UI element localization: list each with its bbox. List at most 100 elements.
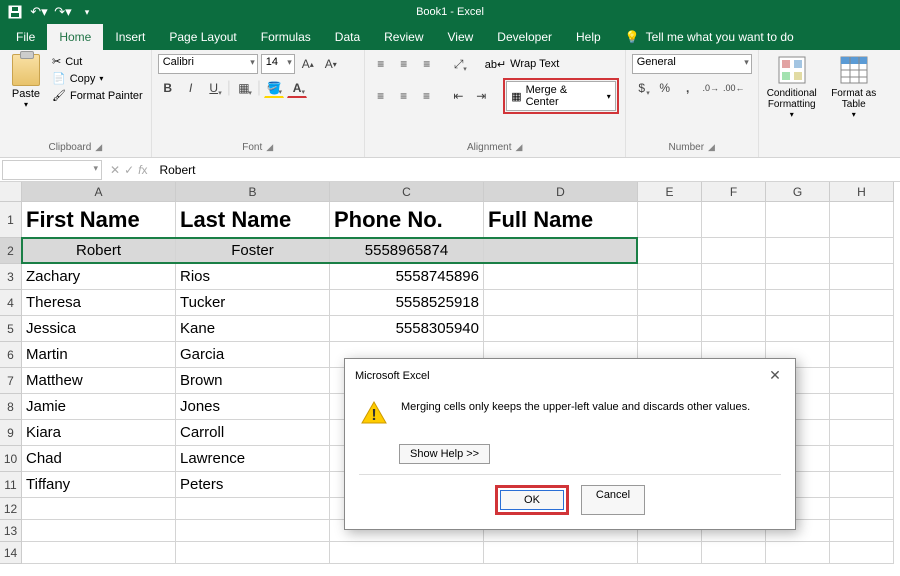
cell[interactable] bbox=[830, 290, 894, 316]
cell[interactable] bbox=[484, 316, 638, 342]
cell[interactable]: Tiffany bbox=[22, 472, 176, 498]
paste-button[interactable]: Paste ▾ bbox=[6, 54, 46, 109]
orientation-icon[interactable]: ⤢ bbox=[449, 54, 469, 74]
align-top-icon[interactable]: ≡ bbox=[371, 54, 391, 74]
qat-customize-icon[interactable]: ▾ bbox=[78, 3, 96, 21]
cell[interactable]: Peters bbox=[176, 472, 330, 498]
cell[interactable] bbox=[702, 264, 766, 290]
tab-developer[interactable]: Developer bbox=[485, 24, 564, 50]
number-launcher-icon[interactable]: ◢ bbox=[708, 142, 715, 153]
tab-help[interactable]: Help bbox=[564, 24, 613, 50]
cell[interactable] bbox=[830, 420, 894, 446]
cut-button[interactable]: ✂Cut bbox=[50, 54, 145, 69]
name-box[interactable] bbox=[2, 160, 102, 180]
cell[interactable]: Carroll bbox=[176, 420, 330, 446]
row-header[interactable]: 3 bbox=[0, 264, 22, 290]
dialog-close-icon[interactable]: ✕ bbox=[765, 367, 785, 384]
row-header[interactable]: 1 bbox=[0, 202, 22, 238]
cancel-button[interactable]: Cancel bbox=[581, 485, 645, 515]
decrease-font-icon[interactable]: A▾ bbox=[321, 54, 341, 74]
row-header[interactable]: 12 bbox=[0, 498, 22, 520]
formula-input[interactable]: Robert bbox=[153, 161, 900, 179]
col-header-b[interactable]: B bbox=[176, 182, 330, 202]
col-header-g[interactable]: G bbox=[766, 182, 830, 202]
cell[interactable] bbox=[330, 542, 484, 564]
cell[interactable] bbox=[22, 498, 176, 520]
cell[interactable]: Tucker bbox=[176, 290, 330, 316]
italic-button[interactable]: I bbox=[181, 78, 201, 98]
format-painter-button[interactable]: 🖌Format Painter bbox=[50, 88, 145, 103]
tab-file[interactable]: File bbox=[4, 24, 47, 50]
fx-icon[interactable]: fx bbox=[138, 163, 147, 177]
cell[interactable]: Zachary bbox=[22, 264, 176, 290]
row-header[interactable]: 13 bbox=[0, 520, 22, 542]
row-header[interactable]: 10 bbox=[0, 446, 22, 472]
tab-insert[interactable]: Insert bbox=[103, 24, 157, 50]
cell[interactable] bbox=[638, 238, 702, 264]
cell[interactable] bbox=[702, 316, 766, 342]
wrap-text-button[interactable]: ab↵Wrap Text bbox=[481, 56, 564, 73]
cell[interactable] bbox=[484, 238, 638, 264]
row-header[interactable]: 9 bbox=[0, 420, 22, 446]
cell[interactable]: Martin bbox=[22, 342, 176, 368]
cell[interactable] bbox=[766, 316, 830, 342]
row-header[interactable]: 7 bbox=[0, 368, 22, 394]
cell[interactable] bbox=[638, 316, 702, 342]
percent-format-icon[interactable]: % bbox=[655, 78, 675, 98]
cell[interactable] bbox=[638, 202, 702, 238]
col-header-d[interactable]: D bbox=[484, 182, 638, 202]
cell[interactable] bbox=[176, 520, 330, 542]
tab-page-layout[interactable]: Page Layout bbox=[157, 24, 248, 50]
cell[interactable] bbox=[484, 264, 638, 290]
cell[interactable] bbox=[638, 264, 702, 290]
cell[interactable] bbox=[702, 542, 766, 564]
cell[interactable]: Lawrence bbox=[176, 446, 330, 472]
increase-decimal-icon[interactable]: .0→ bbox=[701, 78, 721, 98]
cell[interactable] bbox=[766, 264, 830, 290]
copy-button[interactable]: 📄Copy▾ bbox=[50, 71, 145, 86]
font-color-button[interactable]: A bbox=[287, 78, 307, 98]
cell[interactable]: Robert bbox=[22, 238, 176, 264]
cell[interactable] bbox=[830, 520, 894, 542]
cell[interactable] bbox=[830, 472, 894, 498]
accounting-format-icon[interactable]: $ bbox=[632, 78, 652, 98]
cell[interactable] bbox=[638, 290, 702, 316]
cell[interactable] bbox=[176, 542, 330, 564]
cell[interactable] bbox=[702, 202, 766, 238]
cell[interactable]: Brown bbox=[176, 368, 330, 394]
number-format-combo[interactable]: General bbox=[632, 54, 752, 74]
cell[interactable] bbox=[766, 290, 830, 316]
cell[interactable]: Phone No. bbox=[330, 202, 484, 238]
cell[interactable] bbox=[830, 316, 894, 342]
cell[interactable] bbox=[484, 290, 638, 316]
cell[interactable] bbox=[766, 238, 830, 264]
decrease-decimal-icon[interactable]: .00← bbox=[724, 78, 744, 98]
row-header[interactable]: 11 bbox=[0, 472, 22, 498]
decrease-indent-icon[interactable]: ⇤ bbox=[448, 86, 468, 106]
cell[interactable] bbox=[176, 498, 330, 520]
col-header-a[interactable]: A bbox=[22, 182, 176, 202]
tab-home[interactable]: Home bbox=[47, 24, 103, 50]
format-as-table-button[interactable]: Format as Table▾ bbox=[827, 54, 881, 119]
font-launcher-icon[interactable]: ◢ bbox=[266, 142, 273, 153]
col-header-f[interactable]: F bbox=[702, 182, 766, 202]
cell[interactable]: Garcia bbox=[176, 342, 330, 368]
row-header[interactable]: 5 bbox=[0, 316, 22, 342]
border-button[interactable]: ▦ bbox=[234, 78, 254, 98]
row-header[interactable]: 14 bbox=[0, 542, 22, 564]
cell[interactable] bbox=[638, 542, 702, 564]
cell[interactable]: 5558525918 bbox=[330, 290, 484, 316]
select-all-corner[interactable] bbox=[0, 182, 22, 202]
cell[interactable] bbox=[22, 520, 176, 542]
cell[interactable]: First Name bbox=[22, 202, 176, 238]
cell[interactable] bbox=[830, 498, 894, 520]
cell[interactable] bbox=[830, 542, 894, 564]
cell[interactable] bbox=[702, 238, 766, 264]
cell[interactable]: Last Name bbox=[176, 202, 330, 238]
cell[interactable]: 5558745896 bbox=[330, 264, 484, 290]
cell[interactable] bbox=[484, 542, 638, 564]
comma-format-icon[interactable]: , bbox=[678, 78, 698, 98]
redo-icon[interactable]: ↷▾ bbox=[54, 3, 72, 21]
cell[interactable] bbox=[830, 394, 894, 420]
cell[interactable]: Full Name bbox=[484, 202, 638, 238]
